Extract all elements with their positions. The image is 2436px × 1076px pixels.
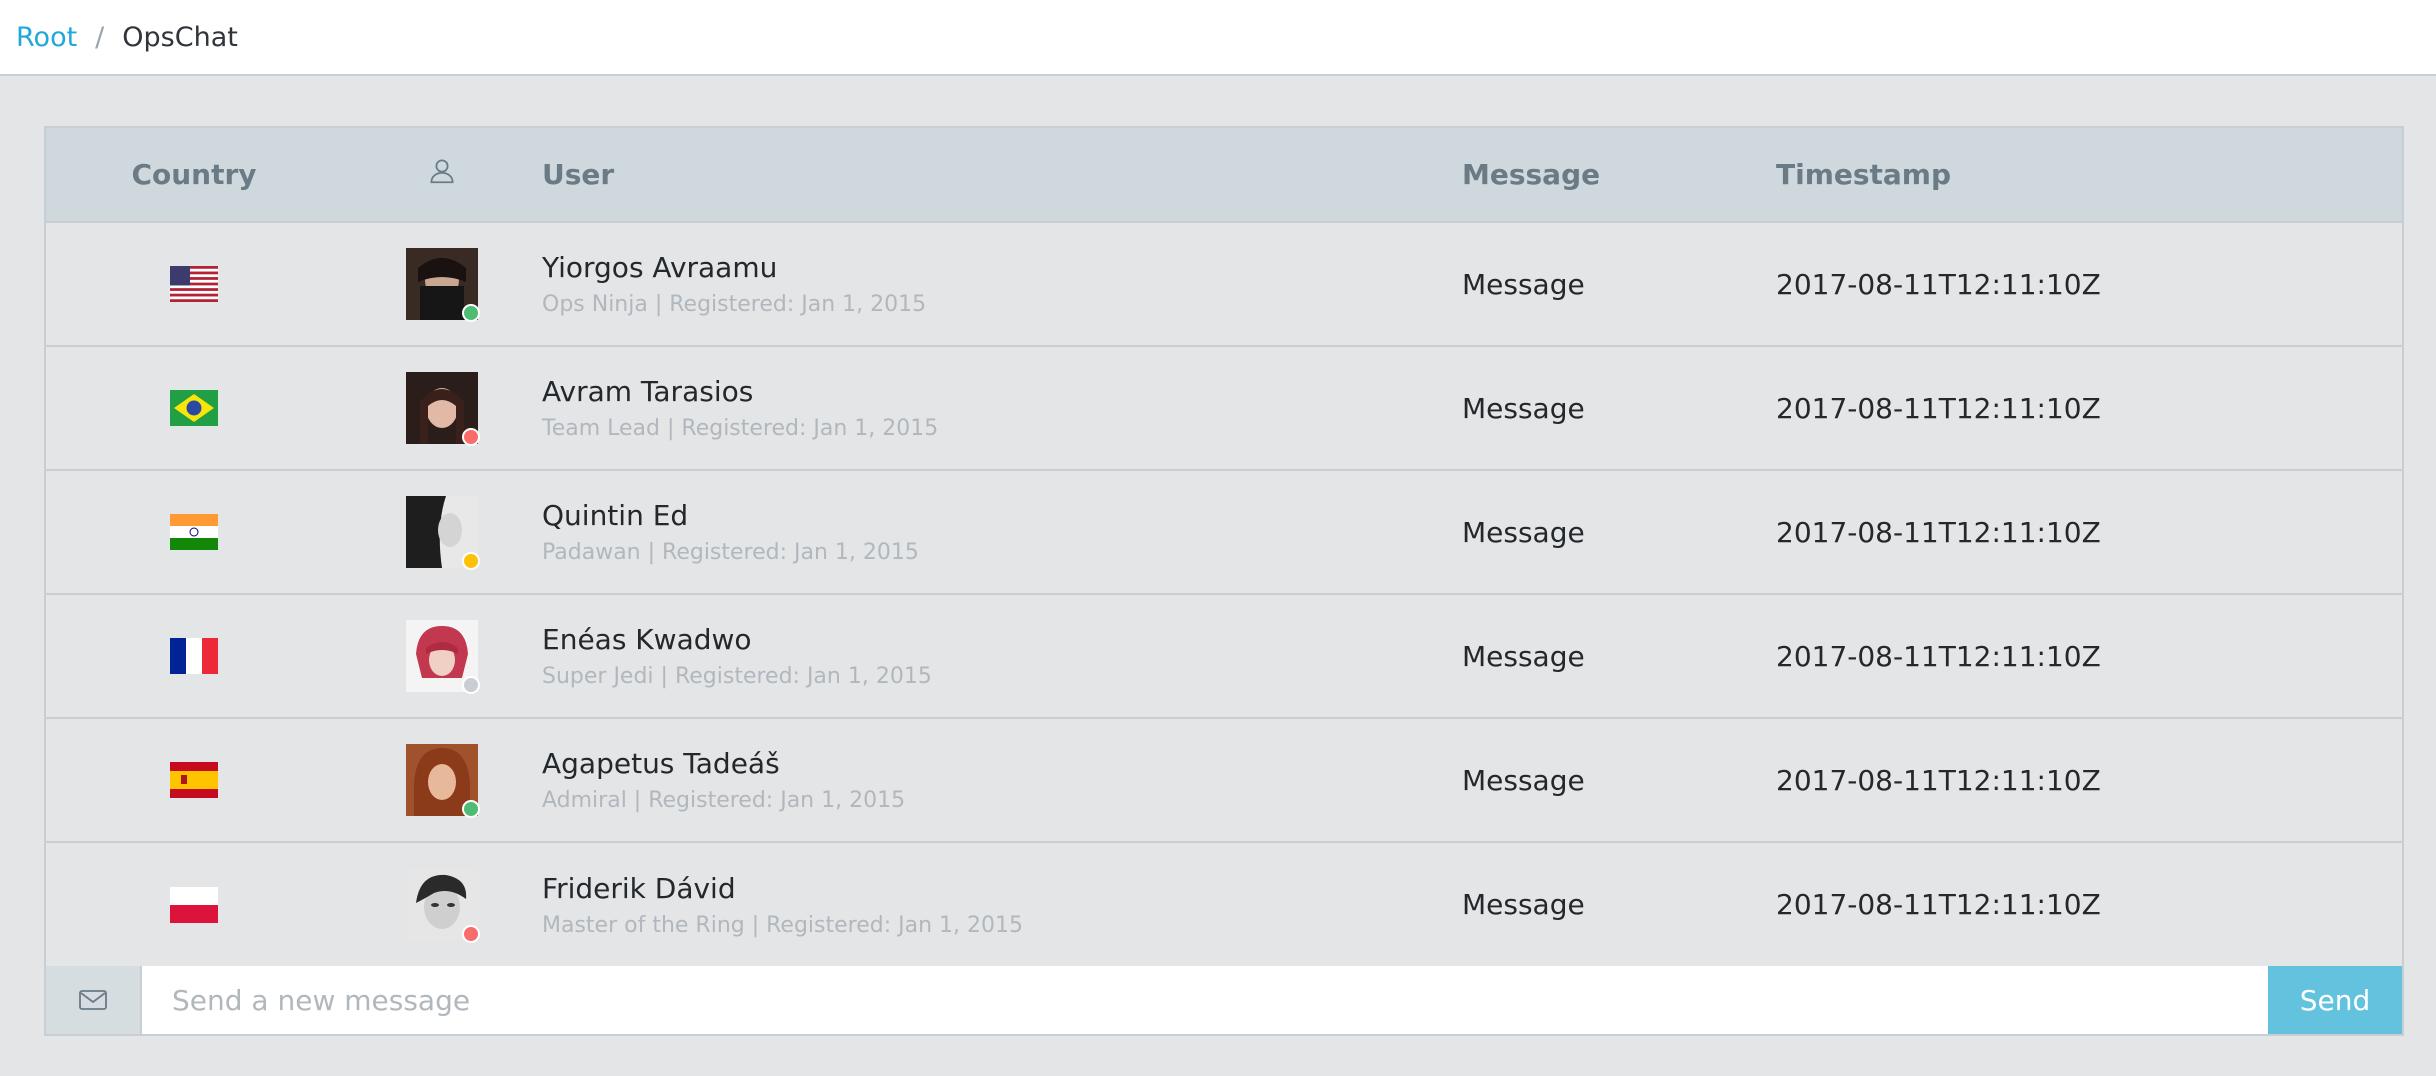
header-user: User: [542, 158, 615, 191]
avatar[interactable]: [406, 496, 480, 570]
user-name: Friderik Dávid: [542, 871, 736, 905]
user-meta: Padawan | Registered: Jan 1, 2015: [542, 540, 919, 565]
table-row[interactable]: Avram Tarasios Team Lead | Registered: J…: [46, 346, 2402, 470]
pl-flag-icon: [170, 886, 218, 923]
message-cell: Message: [1462, 267, 1585, 301]
message-input[interactable]: [142, 966, 2268, 1034]
status-busy-indicator: [462, 428, 480, 446]
header-avatar: [342, 128, 542, 222]
fr-flag-icon: [170, 638, 218, 674]
breadcrumb-current: OpsChat: [122, 21, 238, 53]
status-busy-indicator: [462, 924, 480, 943]
header-message: Message: [1462, 158, 1601, 191]
us-flag-icon: [170, 266, 218, 302]
message-cell: Message: [1462, 391, 1585, 425]
avatar[interactable]: [406, 372, 480, 446]
user-name: Avram Tarasios: [542, 375, 754, 408]
user-name: Agapetus Tadeáš: [542, 747, 780, 780]
users-table: Country User Message Timestamp Yiorgos A…: [46, 128, 2402, 966]
header-timestamp: Timestamp: [1776, 158, 1952, 191]
table-header-row: Country User Message Timestamp: [46, 128, 2402, 222]
user-meta: Super Jedi | Registered: Jan 1, 2015: [542, 664, 932, 689]
status-offline-indicator: [462, 676, 480, 694]
header-country: Country: [131, 158, 257, 191]
user-name: Enéas Kwadwo: [542, 623, 752, 656]
in-flag-icon: [170, 514, 218, 550]
table-row[interactable]: Enéas Kwadwo Super Jedi | Registered: Ja…: [46, 594, 2402, 718]
status-online-indicator: [462, 304, 480, 322]
message-cell: Message: [1462, 639, 1585, 673]
avatar[interactable]: [406, 620, 480, 694]
message-cell: Message: [1462, 515, 1585, 549]
es-flag-icon: [170, 762, 218, 798]
send-button[interactable]: Send: [2268, 966, 2402, 1034]
status-online-indicator: [462, 800, 480, 818]
avatar[interactable]: [406, 248, 480, 322]
avatar[interactable]: [406, 868, 480, 943]
message-cell: Message: [1462, 888, 1585, 921]
timestamp-cell: 2017-08-11T12:11:10Z: [1776, 515, 2101, 549]
table-row[interactable]: Agapetus Tadeáš Admiral | Registered: Ja…: [46, 718, 2402, 842]
user-icon: [427, 159, 457, 193]
table-row[interactable]: Yiorgos Avraamu Ops Ninja | Registered: …: [46, 222, 2402, 346]
user-meta: Master of the Ring | Registered: Jan 1, …: [542, 912, 1024, 938]
breadcrumb: Root / OpsChat: [0, 0, 2436, 76]
table-row[interactable]: Quintin Ed Padawan | Registered: Jan 1, …: [46, 470, 2402, 594]
timestamp-cell: 2017-08-11T12:11:10Z: [1776, 391, 2101, 425]
timestamp-cell: 2017-08-11T12:11:10Z: [1776, 888, 2101, 921]
envelope-icon: [46, 966, 142, 1034]
status-away-indicator: [462, 552, 480, 570]
message-composer: Send: [44, 966, 2404, 1036]
breadcrumb-root-link[interactable]: Root: [16, 22, 77, 53]
users-table-card: Country User Message Timestamp Yiorgos A…: [44, 126, 2404, 968]
br-flag-icon: [170, 390, 218, 426]
timestamp-cell: 2017-08-11T12:11:10Z: [1776, 639, 2101, 673]
avatar[interactable]: [406, 744, 480, 818]
message-cell: Message: [1462, 763, 1585, 797]
timestamp-cell: 2017-08-11T12:11:10Z: [1776, 763, 2101, 797]
table-row[interactable]: Friderik Dávid Master of the Ring | Regi…: [46, 842, 2402, 966]
breadcrumb-separator: /: [95, 21, 105, 53]
user-meta: Admiral | Registered: Jan 1, 2015: [542, 788, 906, 813]
user-name: Yiorgos Avraamu: [542, 251, 778, 284]
user-name: Quintin Ed: [542, 499, 689, 532]
timestamp-cell: 2017-08-11T12:11:10Z: [1776, 267, 2101, 301]
user-meta: Ops Ninja | Registered: Jan 1, 2015: [542, 292, 927, 317]
user-meta: Team Lead | Registered: Jan 1, 2015: [542, 416, 939, 441]
